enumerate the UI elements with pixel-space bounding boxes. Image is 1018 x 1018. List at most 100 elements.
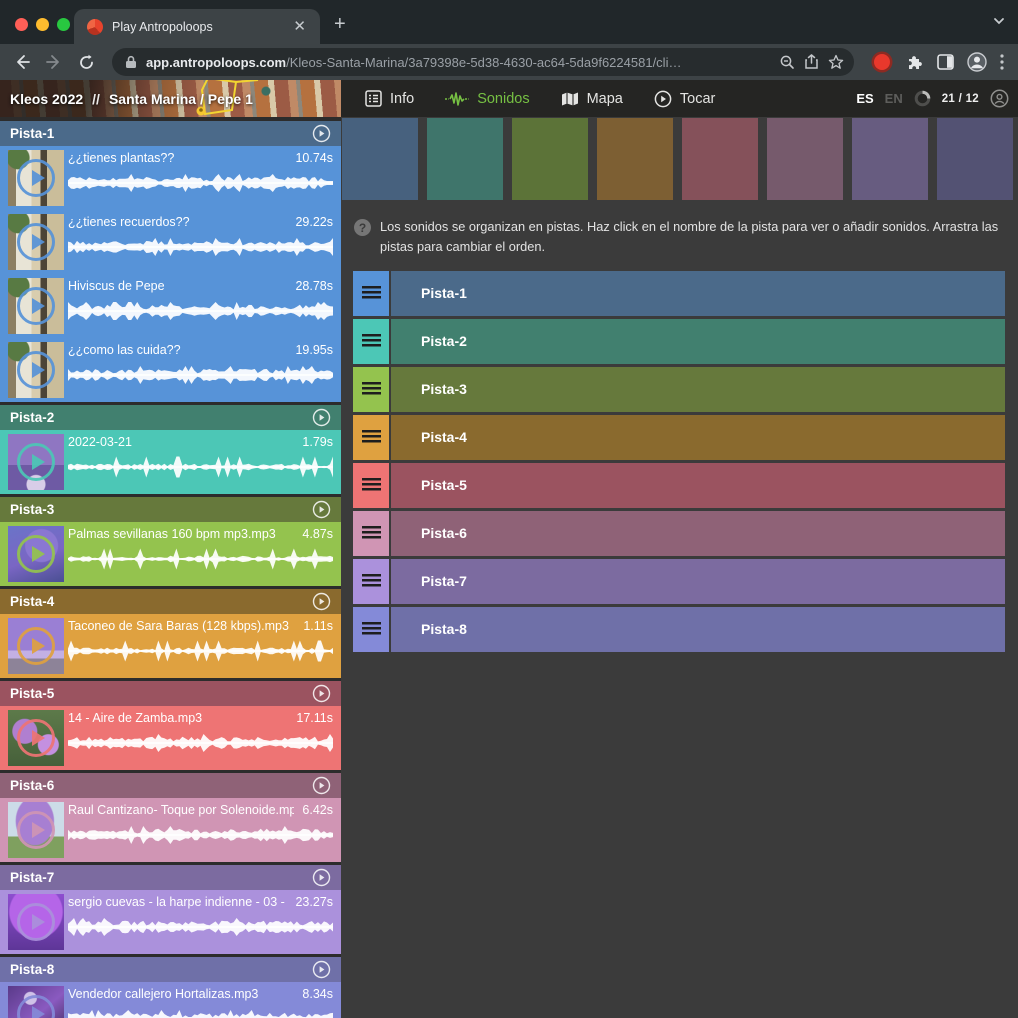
track-row-body[interactable]: Pista-7 <box>391 559 1005 604</box>
account-icon[interactable] <box>990 89 1009 108</box>
track-color-swatch[interactable] <box>852 118 928 200</box>
track-row[interactable]: Pista-3 <box>353 367 1005 412</box>
track-row-body[interactable]: Pista-1 <box>391 271 1005 316</box>
track-play-icon[interactable] <box>312 500 331 519</box>
back-icon[interactable] <box>10 50 34 74</box>
track-row[interactable]: Pista-2 <box>353 319 1005 364</box>
profile-avatar[interactable] <box>967 52 987 72</box>
track-drag-handle[interactable] <box>353 415 389 460</box>
track-drag-handle[interactable] <box>353 607 389 652</box>
track-play-icon[interactable] <box>312 124 331 143</box>
reload-icon[interactable] <box>74 50 98 74</box>
track-row-body[interactable]: Pista-6 <box>391 511 1005 556</box>
track-header-play[interactable] <box>312 776 331 795</box>
track-header[interactable]: Pista-5 <box>0 681 341 706</box>
track-color-swatch[interactable] <box>597 118 673 200</box>
bookmark-star-icon[interactable] <box>828 54 844 70</box>
track-row[interactable]: Pista-5 <box>353 463 1005 508</box>
clip-play-icon[interactable] <box>17 287 55 325</box>
track-color-swatch[interactable] <box>512 118 588 200</box>
track-header[interactable]: Pista-8 <box>0 957 341 982</box>
chrome-menu-kebab-icon[interactable] <box>1000 54 1004 70</box>
audio-clip[interactable]: Palmas sevillanas 160 bpm mp3.mp34.87s <box>0 522 341 586</box>
track-header[interactable]: Pista-7 <box>0 865 341 890</box>
track-play-icon[interactable] <box>312 408 331 427</box>
breadcrumb-map-banner[interactable]: Kleos 2022 // Santa Marina / Pepe 1 <box>0 80 341 117</box>
track-row[interactable]: Pista-4 <box>353 415 1005 460</box>
forward-icon[interactable] <box>42 50 66 74</box>
zoom-window-button[interactable] <box>57 18 70 31</box>
audio-clip[interactable]: ¿¿tienes plantas??10.74s <box>0 146 341 210</box>
track-header-play[interactable] <box>312 592 331 611</box>
track-drag-handle[interactable] <box>353 367 389 412</box>
minimize-window-button[interactable] <box>36 18 49 31</box>
track-color-swatch[interactable] <box>342 118 418 200</box>
track-header-play[interactable] <box>312 868 331 887</box>
tab-close-icon[interactable]: ✕ <box>289 17 310 36</box>
side-panel-icon[interactable] <box>937 54 954 70</box>
track-drag-handle[interactable] <box>353 463 389 508</box>
audio-clip[interactable]: 14 - Aire de Zamba.mp317.11s <box>0 706 341 770</box>
track-drag-handle[interactable] <box>353 319 389 364</box>
track-play-icon[interactable] <box>312 684 331 703</box>
track-header-play[interactable] <box>312 500 331 519</box>
lang-es-button[interactable]: ES <box>856 91 873 106</box>
audio-clip[interactable]: Hiviscus de Pepe28.78s <box>0 274 341 338</box>
clip-play-icon[interactable] <box>17 719 55 757</box>
clip-play-icon[interactable] <box>17 443 55 481</box>
lang-en-button[interactable]: EN <box>885 91 903 106</box>
track-header[interactable]: Pista-3 <box>0 497 341 522</box>
clip-play-icon[interactable] <box>17 159 55 197</box>
track-header-play[interactable] <box>312 408 331 427</box>
zoom-level-icon[interactable] <box>779 54 795 70</box>
track-color-swatch[interactable] <box>682 118 758 200</box>
track-play-icon[interactable] <box>312 592 331 611</box>
audio-clip[interactable]: ¿¿tienes recuerdos??29.22s <box>0 210 341 274</box>
address-bar[interactable]: app.antropoloops.com/Kleos-Santa-Marina/… <box>112 48 854 76</box>
track-header[interactable]: Pista-6 <box>0 773 341 798</box>
track-play-icon[interactable] <box>312 776 331 795</box>
breadcrumb-project[interactable]: Kleos 2022 <box>10 91 83 107</box>
clip-play-icon[interactable] <box>17 351 55 389</box>
track-header[interactable]: Pista-2 <box>0 405 341 430</box>
tab-search-chevron-icon[interactable] <box>992 14 1006 28</box>
browser-tab[interactable]: Play Antropoloops ✕ <box>74 9 320 44</box>
clip-play-icon[interactable] <box>17 223 55 261</box>
track-drag-handle[interactable] <box>353 271 389 316</box>
track-row-body[interactable]: Pista-8 <box>391 607 1005 652</box>
track-drag-handle[interactable] <box>353 511 389 556</box>
extensions-puzzle-icon[interactable] <box>906 53 924 71</box>
nav-tocar[interactable]: Tocar <box>654 90 715 108</box>
audio-clip[interactable]: Taconeo de Sara Baras (128 kbps).mp31.11… <box>0 614 341 678</box>
track-row-body[interactable]: Pista-3 <box>391 367 1005 412</box>
track-color-swatch[interactable] <box>767 118 843 200</box>
recording-indicator-icon[interactable] <box>874 54 890 70</box>
nav-mapa[interactable]: Mapa <box>561 91 623 107</box>
track-row-body[interactable]: Pista-4 <box>391 415 1005 460</box>
track-header-play[interactable] <box>312 960 331 979</box>
audio-clip[interactable]: Vendedor callejero Hortalizas.mp38.34s <box>0 982 341 1018</box>
track-play-icon[interactable] <box>312 960 331 979</box>
track-drag-handle[interactable] <box>353 559 389 604</box>
track-play-icon[interactable] <box>312 868 331 887</box>
track-row-body[interactable]: Pista-5 <box>391 463 1005 508</box>
track-row[interactable]: Pista-7 <box>353 559 1005 604</box>
track-header-play[interactable] <box>312 124 331 143</box>
clip-play-icon[interactable] <box>17 811 55 849</box>
track-row[interactable]: Pista-8 <box>353 607 1005 652</box>
clip-play-icon[interactable] <box>17 627 55 665</box>
clip-play-icon[interactable] <box>17 995 55 1018</box>
lock-icon[interactable] <box>125 55 137 69</box>
nav-sonidos[interactable]: Sonidos <box>445 91 529 107</box>
share-icon[interactable] <box>804 54 819 70</box>
audio-clip[interactable]: sergio cuevas - la harpe indienne - 03 -… <box>0 890 341 954</box>
track-header[interactable]: Pista-4 <box>0 589 341 614</box>
track-color-swatch[interactable] <box>937 118 1013 200</box>
track-row[interactable]: Pista-6 <box>353 511 1005 556</box>
track-header-play[interactable] <box>312 684 331 703</box>
track-color-swatch[interactable] <box>427 118 503 200</box>
audio-clip[interactable]: ¿¿como las cuida??19.95s <box>0 338 341 402</box>
audio-clip[interactable]: 2022-03-211.79s <box>0 430 341 494</box>
audio-clip[interactable]: Raul Cantizano- Toque por Solenoide.mp36… <box>0 798 341 862</box>
track-row[interactable]: Pista-1 <box>353 271 1005 316</box>
